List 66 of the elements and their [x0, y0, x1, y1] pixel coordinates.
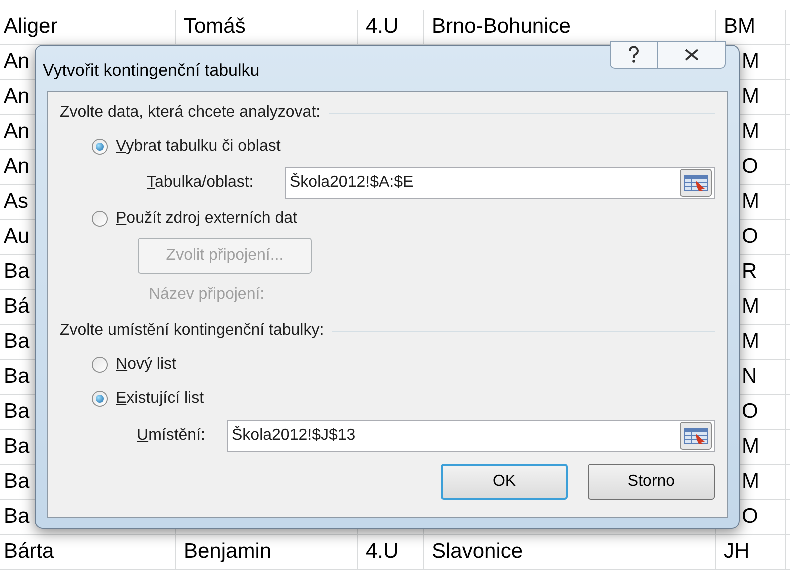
- sheet-cell-text: Brno-Bohunice: [432, 14, 571, 40]
- sheet-cell-text: O: [742, 504, 758, 530]
- range-picker-button[interactable]: [680, 169, 712, 197]
- radio-label[interactable]: Existující list: [116, 387, 204, 411]
- sheet-cell-text: 4.U: [366, 539, 399, 566]
- sheet-cell-text: An: [4, 154, 30, 180]
- sheet-cell-text: Bárta: [4, 539, 54, 566]
- dialog-button[interactable]: OK: [441, 464, 568, 500]
- sheet-cell-text: Ba: [4, 504, 30, 530]
- section-label: Zvolte umístění kontingenční tabulky:: [60, 321, 324, 341]
- sheet-cell-text: Tomáš: [184, 14, 246, 40]
- sheet-cell-text: JH: [724, 539, 750, 566]
- table-select-icon: [684, 428, 708, 444]
- sheet-cell-text: R: [742, 259, 758, 286]
- radio-button[interactable]: [92, 211, 108, 227]
- radio-label[interactable]: Vybrat tabulku či oblast: [116, 135, 281, 159]
- field-value: Škola2012!$A:$E: [290, 172, 414, 193]
- sheet-cell-text: Slavonice: [432, 539, 524, 566]
- window-title: Vytvořit kontingenční tabulku: [43, 60, 260, 82]
- help-button[interactable]: [610, 41, 658, 69]
- sheet-cell-text: M: [742, 329, 760, 356]
- sheet-cell-text: Ba: [4, 399, 30, 426]
- sheet-cell-text: N: [742, 364, 758, 390]
- radio-label[interactable]: Použít zdroj externích dat: [116, 207, 298, 231]
- sheet-cell-text: Ba: [4, 434, 30, 460]
- radio-button[interactable]: [92, 357, 108, 373]
- help-icon: [628, 46, 640, 64]
- table-select-icon: [684, 175, 708, 191]
- sheet-cell-text: Ba: [4, 259, 30, 286]
- close-icon: [684, 49, 698, 61]
- sheet-cell-text: M: [742, 189, 760, 216]
- sheet-cell-text: 4.U: [366, 14, 399, 40]
- field-value: Škola2012!$J$13: [232, 425, 356, 446]
- field-label: Umístění:: [137, 426, 206, 446]
- sheet-cell-text: BM: [724, 14, 756, 40]
- section-label: Zvolte data, která chcete analyzovat:: [60, 103, 321, 123]
- sheet-cell-text: M: [742, 84, 760, 110]
- dialog-button[interactable]: Storno: [588, 464, 715, 500]
- sheet-cell-text: An: [4, 49, 30, 76]
- sheet-cell-text: As: [4, 189, 29, 216]
- sheet-cell-text: Ba: [4, 469, 30, 496]
- sheet-cell-text: O: [742, 224, 758, 250]
- sheet-cell-text: Ba: [4, 364, 30, 390]
- sheet-cell-text: M: [742, 119, 760, 146]
- sheet-cell-text: M: [742, 294, 760, 320]
- radio-button[interactable]: [92, 139, 108, 155]
- sheet-cell-text: Aliger: [4, 14, 58, 40]
- sheet-cell-text: M: [742, 434, 760, 460]
- sheet-cell-text: Ba: [4, 329, 30, 356]
- sheet-cell-text: M: [742, 49, 760, 76]
- connection-name-label: Název připojení:: [149, 285, 265, 305]
- sheet-cell-text: An: [4, 84, 30, 110]
- field-label: Tabulka/oblast:: [147, 173, 255, 193]
- radio-label[interactable]: Nový list: [116, 353, 176, 377]
- sheet-cell-text: O: [742, 399, 758, 426]
- sheet-cell-text: O: [742, 154, 758, 180]
- sheet-cell-text: Bá: [4, 294, 30, 320]
- reference-field[interactable]: Škola2012!$J$13: [227, 420, 715, 452]
- radio-button[interactable]: [92, 391, 108, 407]
- sheet-cell-text: An: [4, 119, 30, 146]
- sheet-cell-text: Au: [4, 224, 30, 250]
- range-picker-button[interactable]: [680, 422, 712, 450]
- reference-field[interactable]: Škola2012!$A:$E: [285, 167, 715, 199]
- sheet-cell-text: M: [742, 469, 760, 496]
- close-button[interactable]: [658, 41, 726, 69]
- sheet-cell-text: Benjamin: [184, 539, 272, 566]
